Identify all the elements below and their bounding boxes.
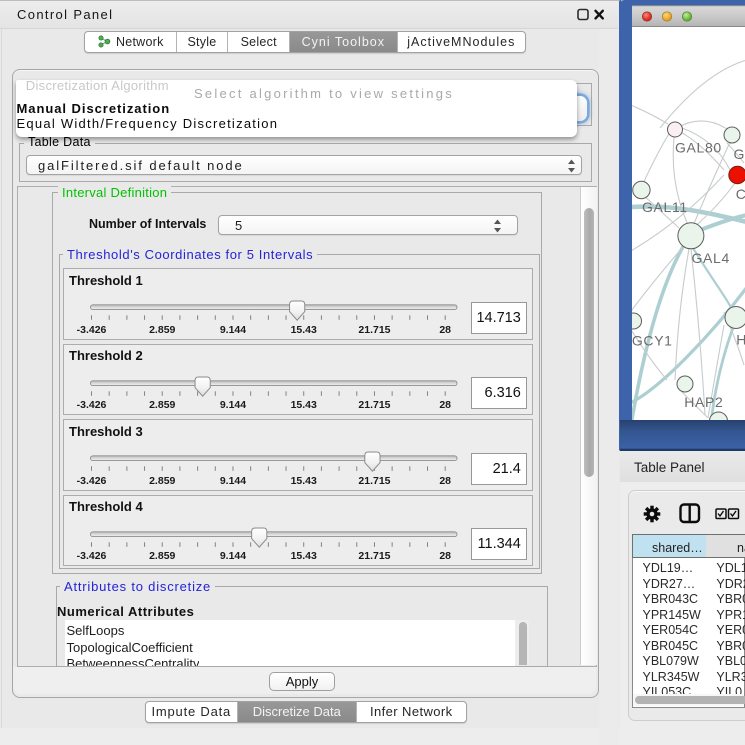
svg-text:GAL4: GAL4	[692, 250, 730, 266]
svg-text:HI: HI	[736, 332, 745, 348]
svg-text:HAP2: HAP2	[684, 394, 723, 410]
svg-text:CD: CD	[736, 186, 745, 202]
svg-text:GCY1: GCY1	[632, 333, 673, 349]
svg-text:GAL80: GAL80	[675, 140, 722, 156]
svg-text:GAL11: GAL11	[642, 199, 688, 215]
svg-text:GAL: GAL	[734, 146, 745, 162]
